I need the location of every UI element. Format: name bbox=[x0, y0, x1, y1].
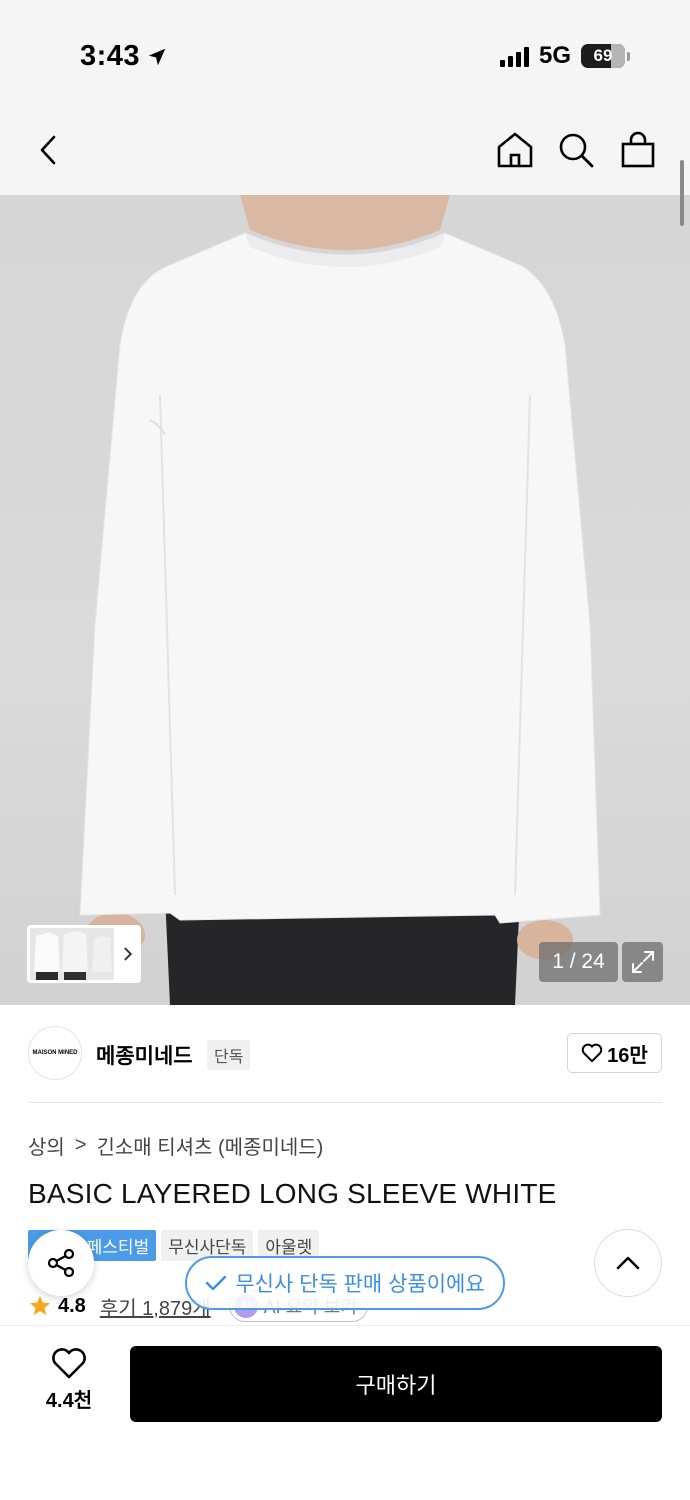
chevron-right-icon bbox=[124, 947, 133, 961]
check-icon bbox=[206, 1275, 227, 1291]
share-button[interactable] bbox=[28, 1230, 94, 1296]
location-arrow-icon bbox=[148, 48, 166, 65]
home-button[interactable] bbox=[493, 128, 537, 172]
back-button[interactable] bbox=[26, 128, 70, 172]
rating-value: 4.8 bbox=[58, 1294, 86, 1317]
star-icon bbox=[30, 1296, 50, 1315]
search-button[interactable] bbox=[554, 128, 598, 172]
breadcrumb-subcategory[interactable]: 긴소매 티셔츠 (메종미네드) bbox=[97, 1131, 324, 1160]
brand-row: MAISON MINED 메종미네드 단독 16만 bbox=[28, 1026, 662, 1082]
home-icon bbox=[497, 132, 533, 168]
scroll-indicator[interactable] bbox=[680, 160, 684, 226]
scroll-to-top-button[interactable] bbox=[594, 1229, 662, 1297]
exclusive-badge: 단독 bbox=[207, 1040, 251, 1070]
shopping-bag-icon bbox=[621, 131, 655, 168]
signal-icon bbox=[499, 45, 529, 67]
exclusive-toast: 무신사 단독 판매 상품이에요 bbox=[185, 1256, 505, 1310]
brand-name[interactable]: 메종미네드 bbox=[96, 1040, 193, 1070]
product-title: BASIC LAYERED LONG SLEEVE WHITE bbox=[28, 1178, 557, 1209]
buy-button[interactable]: 구매하기 bbox=[130, 1346, 662, 1422]
expand-button[interactable] bbox=[622, 942, 663, 982]
heart-icon bbox=[52, 1348, 86, 1379]
heart-icon bbox=[581, 1043, 603, 1063]
battery-icon: 69 bbox=[581, 44, 625, 68]
toast-text: 무신사 단독 판매 상품이에요 bbox=[235, 1273, 485, 1296]
brand-logo[interactable]: MAISON MINED bbox=[28, 1026, 82, 1080]
share-icon bbox=[47, 1248, 75, 1278]
breadcrumb-category[interactable]: 상의 bbox=[28, 1131, 65, 1160]
bottom-action-bar: 4.4천 구매하기 bbox=[0, 1325, 690, 1500]
brand-like-count: 16만 bbox=[607, 1044, 648, 1067]
expand-icon bbox=[631, 951, 654, 973]
status-bar: 3:43 5G 69 bbox=[0, 0, 690, 100]
breadcrumb: 상의 > 긴소매 티셔츠 (메종미네드) bbox=[28, 1131, 323, 1160]
gallery-thumbnail-button[interactable] bbox=[27, 925, 141, 983]
wishlist-button[interactable]: 4.4천 bbox=[30, 1348, 108, 1413]
product-image[interactable] bbox=[0, 195, 690, 1005]
search-icon bbox=[559, 133, 594, 168]
wishlist-count: 4.4천 bbox=[45, 1390, 93, 1412]
tshirt-photo bbox=[79, 195, 601, 1005]
divider bbox=[28, 1102, 662, 1103]
network-label: 5G bbox=[538, 42, 571, 69]
brand-like-button[interactable]: 16만 bbox=[567, 1033, 662, 1073]
chevron-left-icon bbox=[40, 135, 56, 165]
image-counter: 1 / 24 bbox=[539, 942, 618, 982]
status-time: 3:43 bbox=[80, 40, 168, 73]
top-nav bbox=[0, 100, 690, 195]
cart-button[interactable] bbox=[616, 128, 660, 172]
chevron-up-icon bbox=[616, 1256, 640, 1270]
breadcrumb-separator: > bbox=[74, 1134, 87, 1156]
thumbnail-image bbox=[30, 928, 115, 980]
